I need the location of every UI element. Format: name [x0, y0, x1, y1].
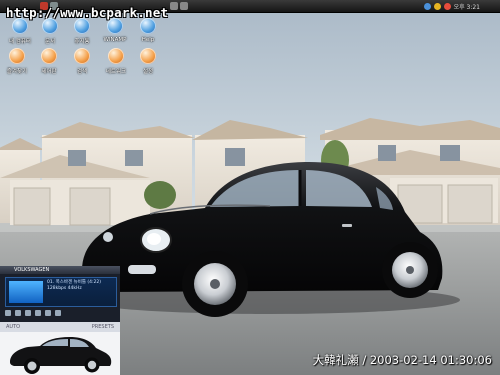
tray-clock: 오후 3:21: [453, 3, 480, 11]
play-button[interactable]: [15, 310, 21, 316]
help-icon: [140, 18, 156, 34]
favorites-icon: [9, 48, 25, 64]
system-tray: 오후 3:21: [423, 0, 480, 12]
volume-tray-icon[interactable]: [433, 2, 441, 10]
player-title: VOLKSWAGEN: [0, 266, 120, 274]
desktop-icon-label: Help: [141, 37, 155, 43]
search-icon: [74, 48, 90, 64]
photo-caption: 大韓礼瀬 / 2003-02-14 01:30:06: [312, 353, 492, 367]
equalizer-visual: [9, 281, 43, 303]
player-track-info: 01. 폭스바겐 뉴비틀 (4:22) 128kbps 44kHz: [47, 280, 101, 292]
security-tray-icon[interactable]: [443, 2, 451, 10]
car-thumbnail: [0, 332, 120, 375]
player-display: 01. 폭스바겐 뉴비틀 (4:22) 128kbps 44kHz: [5, 277, 117, 307]
track-bitrate: 128kbps 44kHz: [47, 286, 82, 291]
recycle-bin-icon: [74, 18, 90, 34]
minimize-button[interactable]: [170, 2, 178, 10]
winamp-icon: [107, 18, 123, 34]
pause-button[interactable]: [25, 310, 31, 316]
player-controls: [5, 308, 115, 318]
desktop-icon-label: 설정: [142, 69, 154, 75]
control-panel-icon: [41, 48, 57, 64]
computer-icon: [12, 18, 28, 34]
nav-presets-link[interactable]: PRESETS: [92, 322, 114, 332]
documents-icon: [42, 18, 58, 34]
player-nav: AUTO PRESETS: [0, 322, 120, 332]
player-preview-panel: AUTO PRESETS: [0, 322, 120, 375]
network-tray-icon[interactable]: [423, 2, 431, 10]
media-player-window[interactable]: VOLKSWAGEN 01. 폭스바겐 뉴비틀 (4:22) 128kbps 4…: [0, 266, 120, 375]
desktop-icon-settings[interactable]: 설정: [128, 48, 168, 75]
eject-button[interactable]: [55, 310, 61, 316]
close-button[interactable]: [180, 2, 188, 10]
settings-icon: [140, 48, 156, 64]
next-button[interactable]: [45, 310, 51, 316]
nav-auto-link[interactable]: AUTO: [6, 322, 20, 332]
desktop-icon-help[interactable]: Help: [128, 18, 168, 43]
network-icon: [108, 48, 124, 64]
desktop-wallpaper: 오후 3:21 http://www.bcpark.net 내 컴퓨터 문서 휴…: [0, 0, 500, 375]
prev-button[interactable]: [5, 310, 11, 316]
stop-button[interactable]: [35, 310, 41, 316]
